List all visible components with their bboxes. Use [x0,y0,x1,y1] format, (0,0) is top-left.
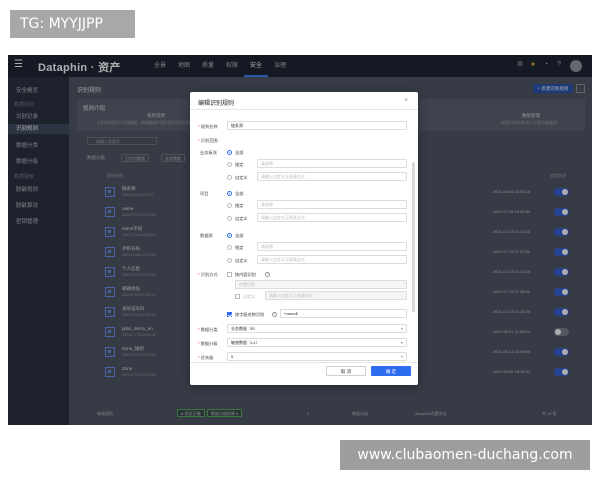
watermark-top: TG: MYYJJPP [10,10,135,38]
watermark-bottom: www.clubaomen-duchang.com [340,440,590,470]
datasource-specify-select[interactable]: 请选择 [257,242,407,251]
biz-all-radio[interactable] [227,150,232,155]
custom-method-input[interactable]: 请输入自定义正则表达式 [265,291,407,300]
help-icon[interactable]: ? [265,272,270,277]
divider [190,109,418,110]
biz-label: 业务板块 [200,150,217,155]
screenshot-page: TG: MYYJJPP ☰ Dataphin · 资产 全景 地图 质量 权限 … [0,0,600,480]
project-custom-label: 自定义 [235,216,248,221]
field-name-pattern[interactable]: *name$ [280,309,407,318]
datasource-specify-radio[interactable] [227,245,232,250]
biz-all-label: 全部 [235,150,244,155]
datasource-specify-label: 指定 [235,245,244,250]
biz-specify-select[interactable]: 请选择 [257,159,407,168]
field-name-label: 按字段名称识别 [235,312,265,317]
close-icon[interactable]: × [404,97,408,104]
project-custom-input[interactable]: 请输入自定义正则表达式 [257,213,407,222]
dialog-title: 编辑识别规则 [198,101,235,107]
datasource-custom-radio[interactable] [227,258,232,263]
biz-specify-label: 指定 [235,162,244,167]
project-all-radio[interactable] [227,191,232,196]
biz-custom-label: 自定义 [235,175,248,180]
level-label: * 数据分级 [198,341,218,346]
datasource-custom-input[interactable]: 请输入自定义正则表达式 [257,255,407,264]
chevron-down-icon: ▾ [400,340,403,345]
confirm-button[interactable]: 确 定 [371,366,411,376]
biz-specify-radio[interactable] [227,162,232,167]
category-select[interactable]: 业务数据（B） ▾ [227,324,407,333]
chevron-down-icon: ▾ [400,354,403,359]
biz-custom-input[interactable]: 请输入自定义正则表达式 [257,172,407,181]
priority-label: * 优先级 [198,355,214,360]
project-label: 项目 [200,191,209,196]
cancel-button[interactable]: 取 消 [326,366,366,376]
app-window: ☰ Dataphin · 资产 全景 地图 质量 权限 安全 治理 ⚙ ● ◔ … [8,55,592,425]
project-specify-radio[interactable] [227,203,232,208]
custom-method-label: 自定义 [243,294,256,299]
project-custom-radio[interactable] [227,216,232,221]
priority-select[interactable]: 5 ▾ [227,352,407,361]
method-label: * 识别方式 [198,272,218,277]
project-all-label: 全部 [235,191,244,196]
field-name-checkbox[interactable] [227,312,232,317]
content-method-label: 按内容识别 [235,272,256,277]
custom-method-checkbox[interactable] [235,294,240,299]
help-icon[interactable]: ? [272,312,277,317]
chevron-down-icon: ▾ [400,326,403,331]
rule-name-label: * 规则名称 [198,124,218,129]
content-builtin-select[interactable]: 内置识别 [235,280,407,289]
scope-label: * 识别范围 [198,138,218,143]
project-specify-select[interactable]: 请选择 [257,200,407,209]
dialog-scrollbar[interactable] [412,162,415,312]
datasource-custom-label: 自定义 [235,258,248,263]
datasource-label: 数据源 [200,233,213,238]
edit-rule-dialog: 编辑识别规则 × * 规则名称 链条郑 * 识别范围 业务板块 全部 指定 请选… [190,92,418,385]
biz-custom-radio[interactable] [227,175,232,180]
rule-name-field[interactable]: 链条郑 [227,121,407,130]
project-specify-label: 指定 [235,203,244,208]
divider [190,362,418,363]
level-select[interactable]: 敏感数据（L4） ▾ [227,338,407,347]
content-method-checkbox[interactable] [227,272,232,277]
category-label: * 数据分类 [198,327,218,332]
datasource-all-radio[interactable] [227,233,232,238]
datasource-all-label: 全部 [235,233,244,238]
